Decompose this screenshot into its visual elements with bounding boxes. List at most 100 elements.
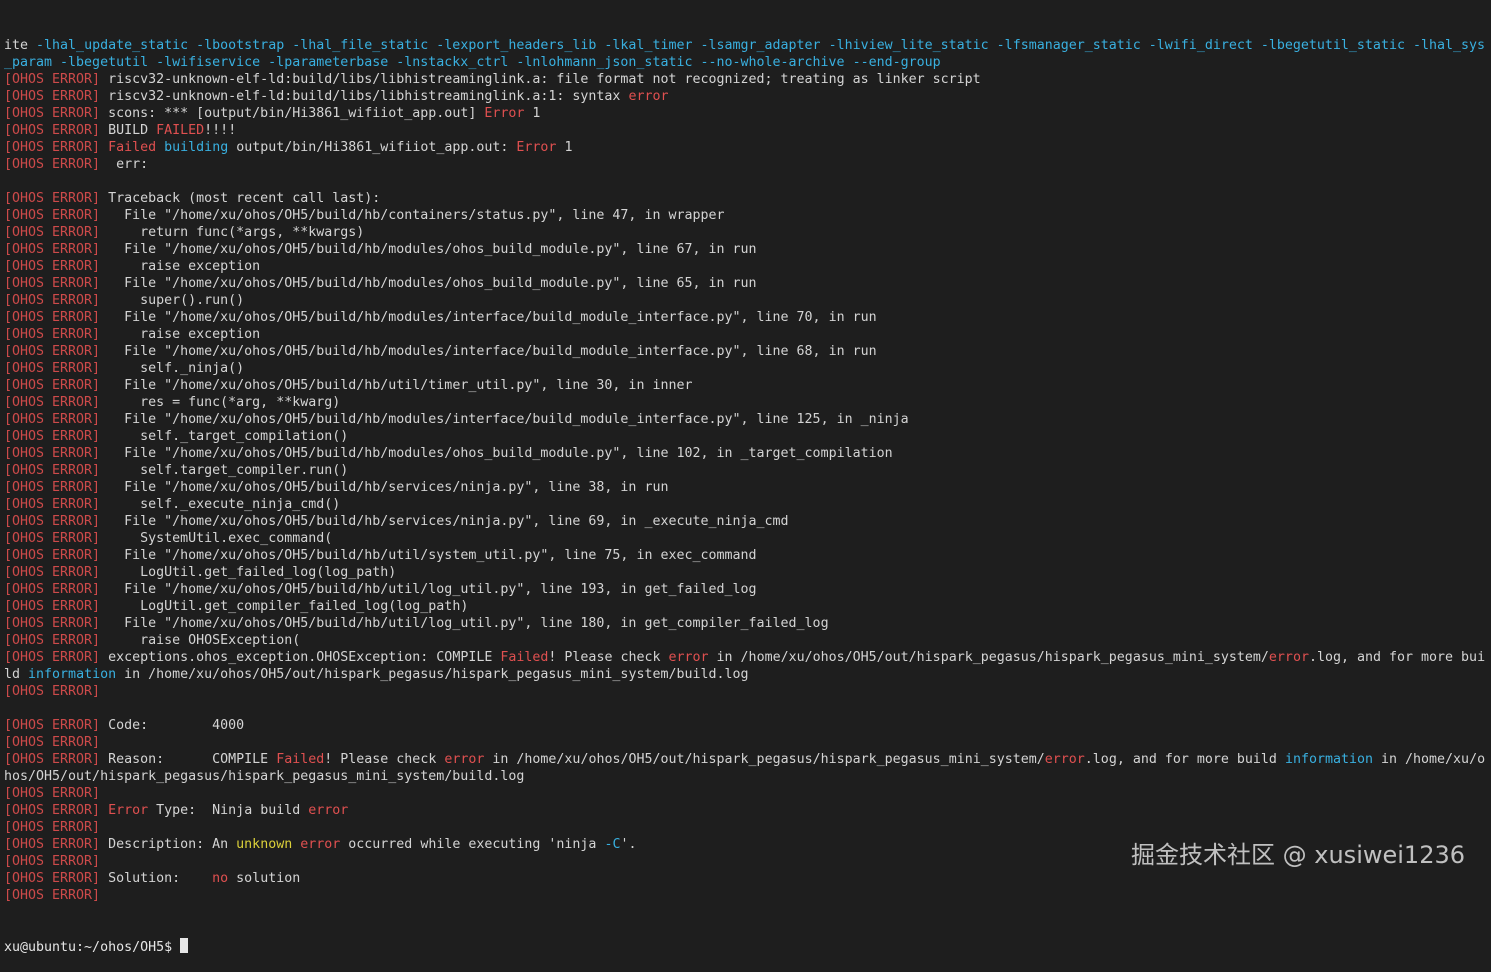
log-text: Reason: COMPILE: [100, 752, 277, 767]
log-text: no: [212, 871, 229, 886]
log-text: -C: [604, 837, 621, 852]
log-level-tag: [OHOS ERROR]: [4, 208, 101, 223]
terminal-line: [OHOS ERROR] File "/home/xu/ohos/OH5/bui…: [4, 581, 1487, 598]
log-text: super().run(): [100, 293, 245, 308]
log-text: File "/home/xu/ohos/OH5/build/hb/util/lo…: [100, 616, 829, 631]
terminal-line: [OHOS ERROR] Reason: COMPILE Failed! Ple…: [4, 751, 1487, 768]
terminal-line: hos/OH5/out/hispark_pegasus/hispark_pega…: [4, 768, 1487, 785]
log-text: File "/home/xu/ohos/OH5/build/hb/modules…: [100, 242, 757, 257]
log-text: LogUtil.get_compiler_failed_log(log_path…: [100, 599, 469, 614]
log-level-tag: [OHOS ERROR]: [4, 786, 101, 801]
log-text: error: [308, 803, 349, 818]
log-text: -lhal_update_static -lbootstrap -lhal_fi…: [36, 38, 1486, 53]
log-text: _param -lbegetutil -lwifiservice -lparam…: [4, 55, 941, 70]
terminal-line: [OHOS ERROR] LogUtil.get_failed_log(log_…: [4, 564, 1487, 581]
terminal-line: [OHOS ERROR] exceptions.ohos_exception.O…: [4, 649, 1487, 666]
log-text: File "/home/xu/ohos/OH5/build/hb/util/ti…: [100, 378, 693, 393]
log-text: File "/home/xu/ohos/OH5/build/hb/modules…: [100, 276, 757, 291]
terminal-line: [OHOS ERROR] File "/home/xu/ohos/OH5/bui…: [4, 411, 1487, 428]
log-level-tag: [OHOS ERROR]: [4, 293, 101, 308]
terminal-line: [OHOS ERROR]: [4, 734, 1487, 751]
terminal-line: [OHOS ERROR] SystemUtil.exec_command(: [4, 530, 1487, 547]
log-level-tag: [OHOS ERROR]: [4, 888, 101, 903]
log-level-tag: [OHOS ERROR]: [4, 89, 101, 104]
log-text: in /home/xu/ohos/OH5/out/hispark_pegasus…: [116, 667, 749, 682]
log-text: Error: [108, 803, 149, 818]
log-text: hos/OH5/out/hispark_pegasus/hispark_pega…: [4, 769, 525, 784]
prompt-line[interactable]: xu@ubuntu:~/ohos/OH5$: [4, 938, 1487, 955]
log-text: 1: [524, 106, 541, 121]
log-text: exceptions.ohos_exception.OHOSException:…: [100, 650, 501, 665]
log-level-tag: [OHOS ERROR]: [4, 310, 101, 325]
log-level-tag: [OHOS ERROR]: [4, 531, 101, 546]
log-text: output/bin/Hi3861_wifiiot_app.out:: [228, 140, 517, 155]
log-text: 1: [556, 140, 573, 155]
terminal-line: [OHOS ERROR] File "/home/xu/ohos/OH5/bui…: [4, 615, 1487, 632]
text-cursor: [180, 938, 189, 953]
terminal-line: [OHOS ERROR] super().run(): [4, 292, 1487, 309]
log-text: ! Please check: [548, 650, 669, 665]
log-level-tag: [OHOS ERROR]: [4, 820, 101, 835]
terminal-line: [OHOS ERROR] return func(*args, **kwargs…: [4, 224, 1487, 241]
log-level-tag: [OHOS ERROR]: [4, 242, 101, 257]
log-level-tag: [OHOS ERROR]: [4, 565, 101, 580]
log-level-tag: [OHOS ERROR]: [4, 582, 101, 597]
log-text: Description: An: [100, 837, 237, 852]
terminal-line: [OHOS ERROR] File "/home/xu/ohos/OH5/bui…: [4, 513, 1487, 530]
shell-prompt: xu@ubuntu:~/ohos/OH5$: [4, 940, 181, 955]
log-text: SystemUtil.exec_command(: [100, 531, 333, 546]
terminal-line: [OHOS ERROR] self._ninja(): [4, 360, 1487, 377]
watermark: 掘金技术社区 @ xusiwei1236: [1131, 841, 1465, 869]
log-text: error: [1044, 752, 1085, 767]
log-text: File "/home/xu/ohos/OH5/build/hb/modules…: [100, 344, 877, 359]
log-level-tag: [OHOS ERROR]: [4, 837, 101, 852]
log-text: ite: [4, 38, 37, 53]
log-level-tag: [OHOS ERROR]: [4, 259, 101, 274]
terminal-line: [OHOS ERROR] Traceback (most recent call…: [4, 190, 1487, 207]
log-text: Failed: [276, 752, 325, 767]
log-level-tag: [OHOS ERROR]: [4, 378, 101, 393]
log-text: Solution:: [100, 871, 213, 886]
log-text: error: [628, 89, 669, 104]
terminal-line: [OHOS ERROR] Code: 4000: [4, 717, 1487, 734]
terminal-line: [OHOS ERROR] File "/home/xu/ohos/OH5/bui…: [4, 309, 1487, 326]
log-text: '.: [620, 837, 637, 852]
log-level-tag: [OHOS ERROR]: [4, 225, 101, 240]
terminal-line: ld information in /home/xu/ohos/OH5/out/…: [4, 666, 1487, 683]
terminal-line: [OHOS ERROR] Solution: no solution: [4, 870, 1487, 887]
terminal-line: _param -lbegetutil -lwifiservice -lparam…: [4, 54, 1487, 71]
terminal-line: [OHOS ERROR] File "/home/xu/ohos/OH5/bui…: [4, 275, 1487, 292]
log-text: building: [164, 140, 229, 155]
terminal-line: [OHOS ERROR] riscv32-unknown-elf-ld:buil…: [4, 71, 1487, 88]
log-text: Traceback (most recent call last):: [100, 191, 381, 206]
log-text: !!!!: [204, 123, 237, 138]
terminal-line: [OHOS ERROR] raise exception: [4, 258, 1487, 275]
terminal-line: [OHOS ERROR]: [4, 785, 1487, 802]
log-level-tag: [OHOS ERROR]: [4, 412, 101, 427]
log-text: information: [1284, 752, 1373, 767]
log-text: error: [444, 752, 485, 767]
log-text: ld: [4, 667, 29, 682]
log-level-tag: [OHOS ERROR]: [4, 463, 101, 478]
log-level-tag: [OHOS ERROR]: [4, 752, 101, 767]
terminal-line: [OHOS ERROR] Failed building output/bin/…: [4, 139, 1487, 156]
log-level-tag: [OHOS ERROR]: [4, 497, 101, 512]
log-level-tag: [OHOS ERROR]: [4, 106, 101, 121]
log-text: File "/home/xu/ohos/OH5/build/hb/contain…: [100, 208, 725, 223]
log-text: File "/home/xu/ohos/OH5/build/hb/service…: [100, 514, 789, 529]
log-text: in /home/xu/o: [1373, 752, 1486, 767]
log-text: scons: *** [output/bin/Hi3861_wifiiot_ap…: [100, 106, 485, 121]
log-level-tag: [OHOS ERROR]: [4, 854, 101, 869]
log-level-tag: [OHOS ERROR]: [4, 633, 101, 648]
terminal-line: [OHOS ERROR] File "/home/xu/ohos/OH5/bui…: [4, 207, 1487, 224]
log-text: riscv32-unknown-elf-ld:build/libs/libhis…: [100, 89, 629, 104]
terminal-line: [OHOS ERROR] File "/home/xu/ohos/OH5/bui…: [4, 241, 1487, 258]
log-text: Error: [484, 106, 525, 121]
terminal-output[interactable]: ite -lhal_update_static -lbootstrap -lha…: [4, 3, 1487, 972]
log-level-tag: [OHOS ERROR]: [4, 72, 101, 87]
log-text: error: [1268, 650, 1309, 665]
log-text: res = func(*arg, **kwarg): [100, 395, 341, 410]
log-text: Error: [516, 140, 557, 155]
log-level-tag: [OHOS ERROR]: [4, 514, 101, 529]
